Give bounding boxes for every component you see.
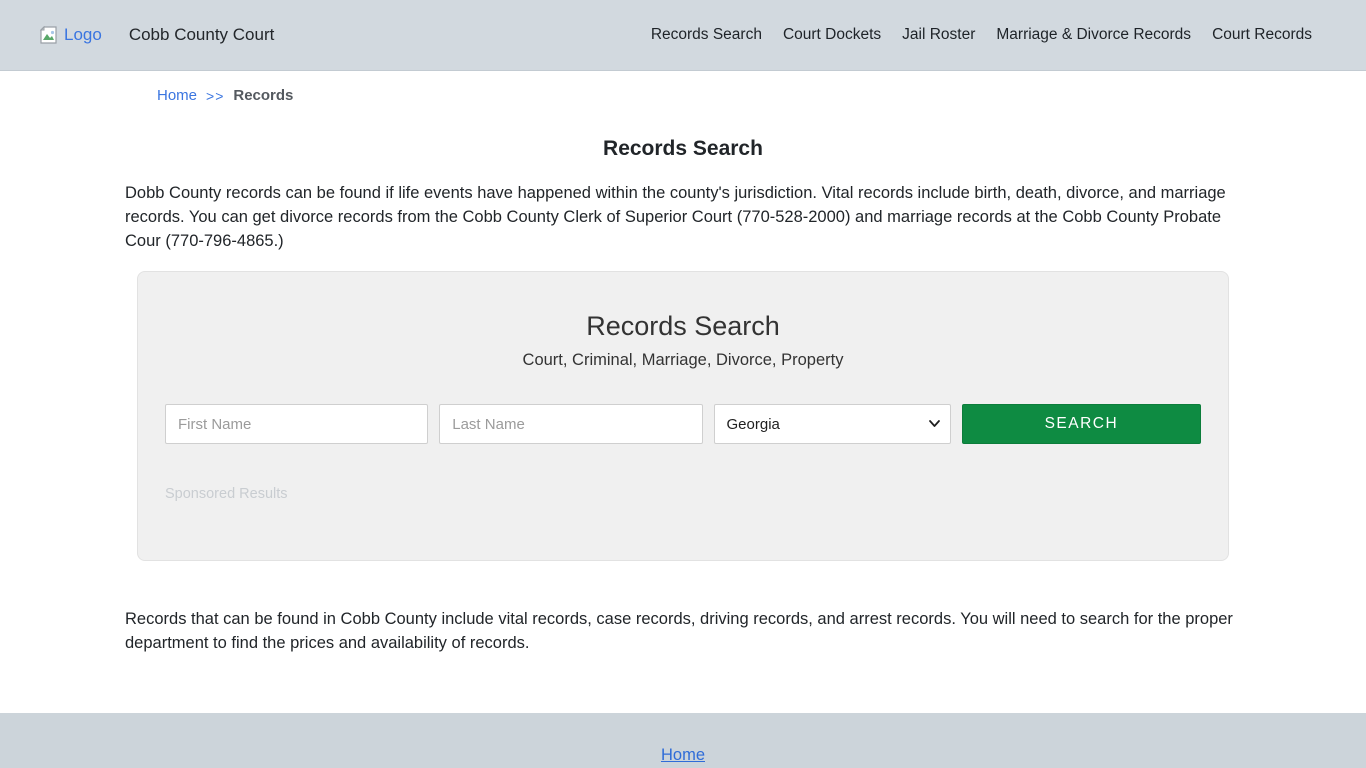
search-card-title: Records Search (586, 311, 780, 341)
last-name-input[interactable] (439, 404, 703, 444)
sponsored-results-label: Sponsored Results (165, 486, 288, 502)
breadcrumb-separator: >> (206, 87, 225, 104)
state-select-wrap: Georgia (713, 404, 951, 444)
outro-paragraph: Records that can be found in Cobb County… (125, 610, 1233, 652)
site-title: Cobb County Court (128, 25, 275, 44)
first-name-input[interactable] (165, 404, 429, 444)
state-select[interactable]: Georgia (713, 404, 951, 444)
nav-marriage-divorce-records[interactable]: Marriage & Divorce Records (996, 26, 1191, 44)
page-title: Records Search (603, 137, 763, 160)
search-form: Georgia SEARCH (165, 404, 1201, 444)
nav-court-records[interactable]: Court Records (1212, 26, 1312, 44)
footer: Home (0, 713, 1366, 768)
nav-records-search[interactable]: Records Search (651, 26, 762, 44)
footer-home-link[interactable]: Home (661, 746, 705, 765)
records-search-card: Records Search Court, Criminal, Marriage… (137, 271, 1229, 561)
nav-court-dockets[interactable]: Court Dockets (783, 26, 881, 44)
main-nav: Records Search Court Dockets Jail Roster… (651, 26, 1312, 44)
logo-link[interactable]: Logo (40, 25, 102, 45)
header: Logo Cobb County Court Records Search Co… (0, 0, 1366, 71)
breadcrumb-current: Records (233, 87, 294, 104)
breadcrumb-home-link[interactable]: Home (157, 87, 197, 104)
logo-alt-text: Logo (64, 25, 102, 44)
intro-paragraph: Dobb County records can be found if life… (125, 184, 1226, 250)
search-button[interactable]: SEARCH (961, 404, 1201, 444)
nav-jail-roster[interactable]: Jail Roster (902, 26, 975, 44)
search-card-subtitle: Court, Criminal, Marriage, Divorce, Prop… (522, 351, 844, 369)
broken-image-icon (40, 26, 60, 44)
breadcrumb: Home >> Records (157, 87, 1366, 104)
